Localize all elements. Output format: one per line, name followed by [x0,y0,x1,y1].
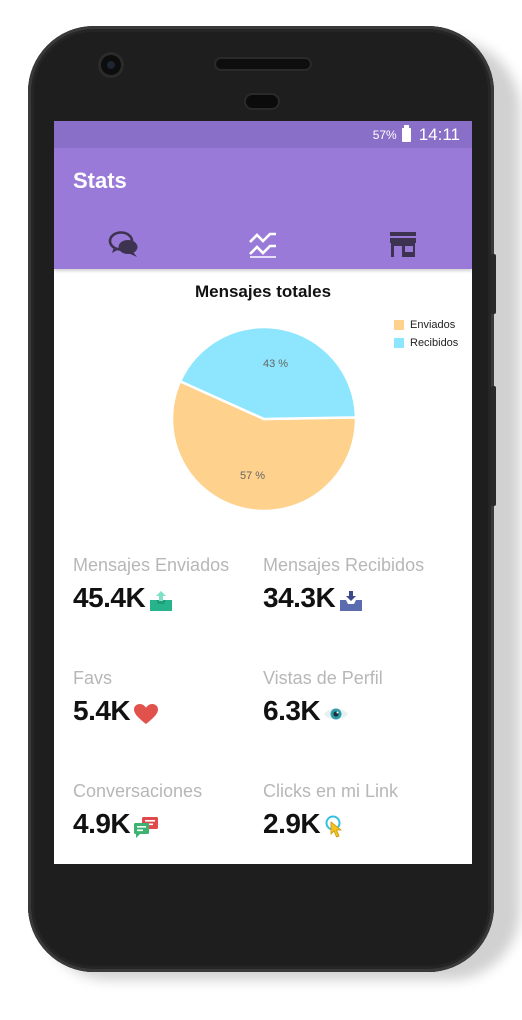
legend-label: Recibidos [410,337,459,349]
stat-clicks-en-mi-link: Clicks en mi Link 2.9K [263,781,463,840]
stat-value: 45.4K [73,582,146,613]
inbox-icon [340,591,363,611]
store-icon [389,232,416,257]
app-screen: 57% 14:11 Stats Mensajes totales Enviado… [54,121,472,864]
page-title: Stats [73,168,127,193]
stat-label: Clicks en mi Link [263,781,399,801]
stat-label: Mensajes Recibidos [263,555,425,575]
power-button [491,386,496,506]
heart-icon [134,704,159,724]
stat-label: Conversaciones [73,781,203,801]
proximity-sensor [246,95,278,108]
pointer-click-icon [325,815,343,838]
stat-value: 2.9K [263,808,321,839]
tab-store[interactable] [333,223,472,265]
stat-value: 5.4K [73,695,131,726]
stat-vistas-de-perfil: Vistas de Perfil 6.3K [263,668,463,727]
outbox-icon [150,591,173,611]
stat-label: Mensajes Enviados [73,555,230,575]
trending-chart-icon [248,232,276,258]
pie-slice-label: 57 % [240,470,265,482]
conversation-icon [134,817,159,838]
stat-value: 6.3K [263,695,321,726]
chart-legend: Enviados Recibidos [394,316,458,352]
eye-icon [324,708,349,720]
legend-item-enviados: Enviados [394,316,458,334]
earpiece-speaker [216,59,310,69]
stat-label: Favs [73,668,113,688]
stat-conversaciones: Conversaciones 4.9K [73,781,273,840]
battery-icon [401,124,411,142]
stat-value: 4.9K [73,808,131,839]
legend-swatch [394,338,404,348]
front-camera [101,55,121,75]
legend-item-recibidos: Recibidos [394,334,458,352]
chart-title: Mensajes totales [194,282,332,301]
battery-percentage: 57% [372,127,397,142]
chat-bubbles-icon [108,231,137,257]
volume-button [491,254,496,314]
pie-chart: 57 % 43 % [170,325,358,513]
tab-chats[interactable] [54,223,193,265]
pie-slice-label: 43 % [263,358,288,370]
stat-mensajes-recibidos: Mensajes Recibidos 34.3K [263,555,463,614]
legend-label: Enviados [410,319,456,331]
stat-value: 34.3K [263,582,336,613]
legend-swatch [394,320,404,330]
tab-stats[interactable] [193,223,332,265]
app-bar: Stats [54,148,472,269]
status-time: 14:11 [418,124,460,144]
status-bar: 57% 14:11 [54,121,472,148]
stat-mensajes-enviados: Mensajes Enviados 45.4K [73,555,273,614]
stat-label: Vistas de Perfil [263,668,383,688]
stat-favs: Favs 5.4K [73,668,273,727]
